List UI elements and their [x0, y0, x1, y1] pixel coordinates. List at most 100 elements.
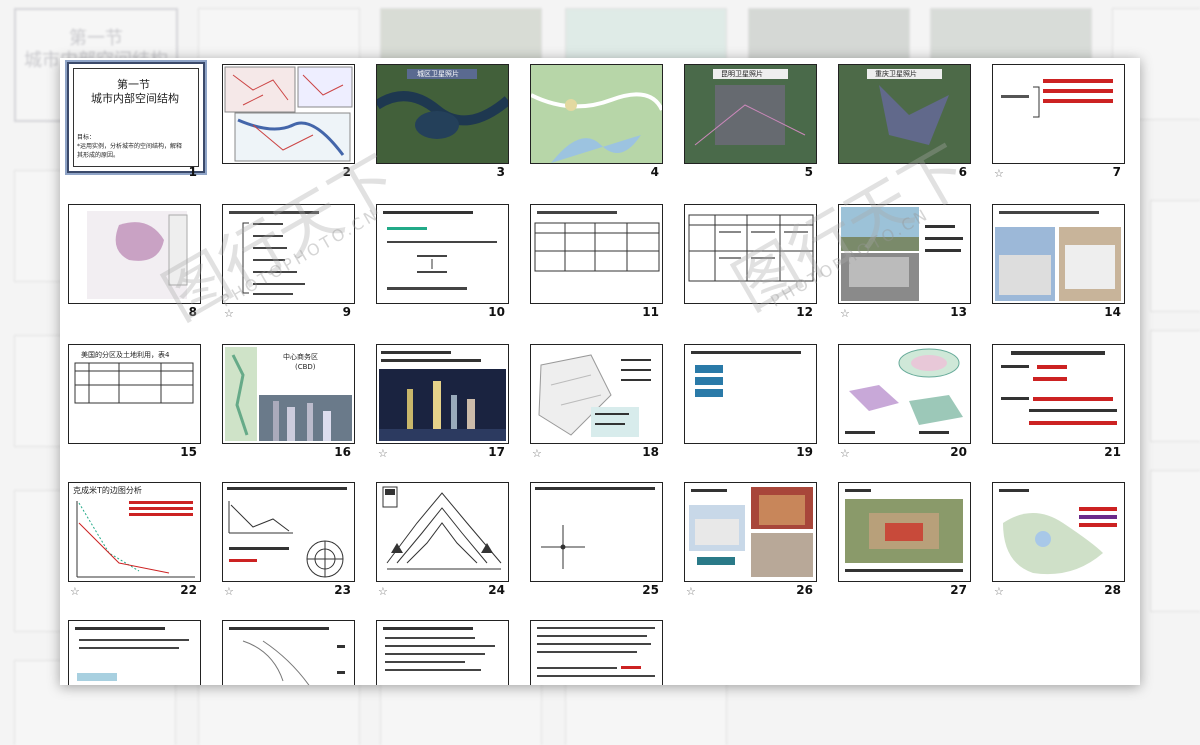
- bg-title-line1: 第一节: [69, 28, 123, 49]
- slide-thumb-5[interactable]: 昆明卫星照片 5: [684, 64, 817, 184]
- star-icon: ☆: [994, 167, 1004, 180]
- slide-number: 22: [180, 583, 197, 597]
- slide-thumb-20[interactable]: ☆ 20: [838, 344, 971, 464]
- slide-20-frame[interactable]: [838, 344, 971, 444]
- slide-thumb-25[interactable]: 25: [530, 482, 663, 602]
- slide-1-body-1: 目标：: [77, 134, 96, 141]
- slide-7-frame[interactable]: [992, 64, 1125, 164]
- slide-1-frame[interactable]: 第一节 城市内部空间结构 目标： *运用实例，分析城市的空间结构，解释 其形成的…: [65, 60, 207, 175]
- slide-14-frame[interactable]: [992, 204, 1125, 304]
- slide-1-title-1: 第一节: [117, 78, 150, 91]
- slide-number: 3: [496, 165, 505, 179]
- star-icon: ☆: [840, 447, 850, 460]
- slide-thumb-26[interactable]: ☆ 26: [684, 482, 817, 602]
- slide-25-cross: [535, 487, 655, 569]
- slide-27-frame[interactable]: [838, 482, 971, 582]
- slide-18-plan: [538, 354, 659, 437]
- star-icon: ☆: [532, 447, 542, 460]
- star-icon: ☆: [70, 585, 80, 598]
- slide-16-frame[interactable]: 中心商务区 (CBD): [222, 344, 355, 444]
- slide-3-frame[interactable]: 城区卫星照片: [376, 64, 509, 164]
- slide-23-frame[interactable]: [222, 482, 355, 582]
- slide-thumb-17[interactable]: ☆ 17: [376, 344, 509, 464]
- slide-22-frame[interactable]: 克成米T的边图分析: [68, 482, 201, 582]
- slide-19-frame[interactable]: [684, 344, 817, 444]
- slide-32-frame[interactable]: [530, 620, 663, 685]
- slide-26-photos: [689, 487, 813, 577]
- slide-24-frame[interactable]: [376, 482, 509, 582]
- star-icon: ☆: [378, 447, 388, 460]
- slide-thumb-1[interactable]: 第一节 城市内部空间结构 目标： *运用实例，分析城市的空间结构，解释 其形成的…: [65, 60, 207, 184]
- slide-thumb-19[interactable]: 19: [684, 344, 817, 464]
- slide-21-frame[interactable]: [992, 344, 1125, 444]
- slide-thumb-4[interactable]: 4: [530, 64, 663, 184]
- star-icon: ☆: [686, 585, 696, 598]
- slide-thumb-18[interactable]: ☆ 18: [530, 344, 663, 464]
- slide-11-frame[interactable]: [530, 204, 663, 304]
- slide-3-title: 城区卫星照片: [417, 70, 459, 78]
- slide-number: 7: [1112, 165, 1121, 179]
- slide-28-plan: [999, 489, 1117, 575]
- slide-17-frame[interactable]: [376, 344, 509, 444]
- slide-25-frame[interactable]: [530, 482, 663, 582]
- slide-22-title: 克成米T的边图分析: [73, 486, 142, 495]
- slide-26-frame[interactable]: [684, 482, 817, 582]
- slide-5-title: 昆明卫星照片: [721, 70, 763, 78]
- slide-thumb-21[interactable]: 21: [992, 344, 1125, 464]
- slide-number: 25: [642, 583, 659, 597]
- slide-18-frame[interactable]: [530, 344, 663, 444]
- slide-29-text: [75, 627, 189, 681]
- slide-thumb-28[interactable]: ☆ 28: [992, 482, 1125, 602]
- slide-16-title-a: 中心商务区: [283, 353, 318, 361]
- slide-30-frame[interactable]: [222, 620, 355, 685]
- slide-31-text: [383, 627, 495, 671]
- slide-5-frame[interactable]: 昆明卫星照片: [684, 64, 817, 164]
- slide-number: 1: [188, 165, 197, 179]
- slide-thumb-27[interactable]: 27: [838, 482, 971, 602]
- slide-thumb-16[interactable]: 中心商务区 (CBD) 16: [222, 344, 355, 464]
- slide-thumb-32[interactable]: [530, 620, 663, 685]
- slide-15-frame[interactable]: 美国的分区及土地利用，表4: [68, 344, 201, 444]
- slide-thumb-30[interactable]: [222, 620, 355, 685]
- slide-thumb-23[interactable]: ☆ 23: [222, 482, 355, 602]
- slide-number: 23: [334, 583, 351, 597]
- slide-thumb-10[interactable]: 10: [376, 204, 509, 324]
- slide-30-map: [229, 627, 345, 685]
- slide-6-title: 重庆卫星照片: [875, 70, 917, 78]
- slide-20-models: [845, 348, 963, 434]
- slide-29-frame[interactable]: [68, 620, 201, 685]
- slide-10-flow: [383, 211, 497, 290]
- star-icon: ☆: [840, 307, 850, 320]
- slide-16-title-b: (CBD): [295, 363, 316, 371]
- slide-1-title-2: 城市内部空间结构: [91, 92, 179, 105]
- slide-thumb-29[interactable]: [68, 620, 201, 685]
- slide-thumb-22[interactable]: 克成米T的边图分析 ☆ 22: [68, 482, 201, 602]
- aerial-photo: [845, 489, 963, 572]
- slide-32-text: [537, 627, 655, 677]
- slide-thumb-15[interactable]: 美国的分区及土地利用，表4 15: [68, 344, 201, 464]
- slide-4-frame[interactable]: [530, 64, 663, 164]
- slide-thumb-14[interactable]: 14: [992, 204, 1125, 324]
- slide-number: 4: [650, 165, 659, 179]
- star-icon: ☆: [224, 585, 234, 598]
- slide-number: 17: [488, 445, 505, 459]
- slide-thumb-3[interactable]: 城区卫星照片 3: [376, 64, 509, 184]
- slide-28-frame[interactable]: [992, 482, 1125, 582]
- slide-22-chart: [76, 501, 195, 578]
- slide-31-frame[interactable]: [376, 620, 509, 685]
- slide-thumb-11[interactable]: 11: [530, 204, 663, 324]
- slide-number: 10: [488, 305, 505, 319]
- slide-thumb-7[interactable]: ☆ 7: [992, 64, 1125, 184]
- satellite-photo: [685, 65, 816, 163]
- slide-number: 26: [796, 583, 813, 597]
- slide-thumb-24[interactable]: ☆ 24: [376, 482, 509, 602]
- slide-number: 24: [488, 583, 505, 597]
- slide-number: 27: [950, 583, 967, 597]
- slide-thumb-31[interactable]: [376, 620, 509, 685]
- slide-number: 21: [1104, 445, 1121, 459]
- slide-23-diagram: [227, 487, 347, 578]
- slide-11-table: [534, 211, 660, 272]
- slide-number: 11: [642, 305, 659, 319]
- slide-number: 13: [950, 305, 967, 319]
- satellite-photo: [377, 65, 508, 163]
